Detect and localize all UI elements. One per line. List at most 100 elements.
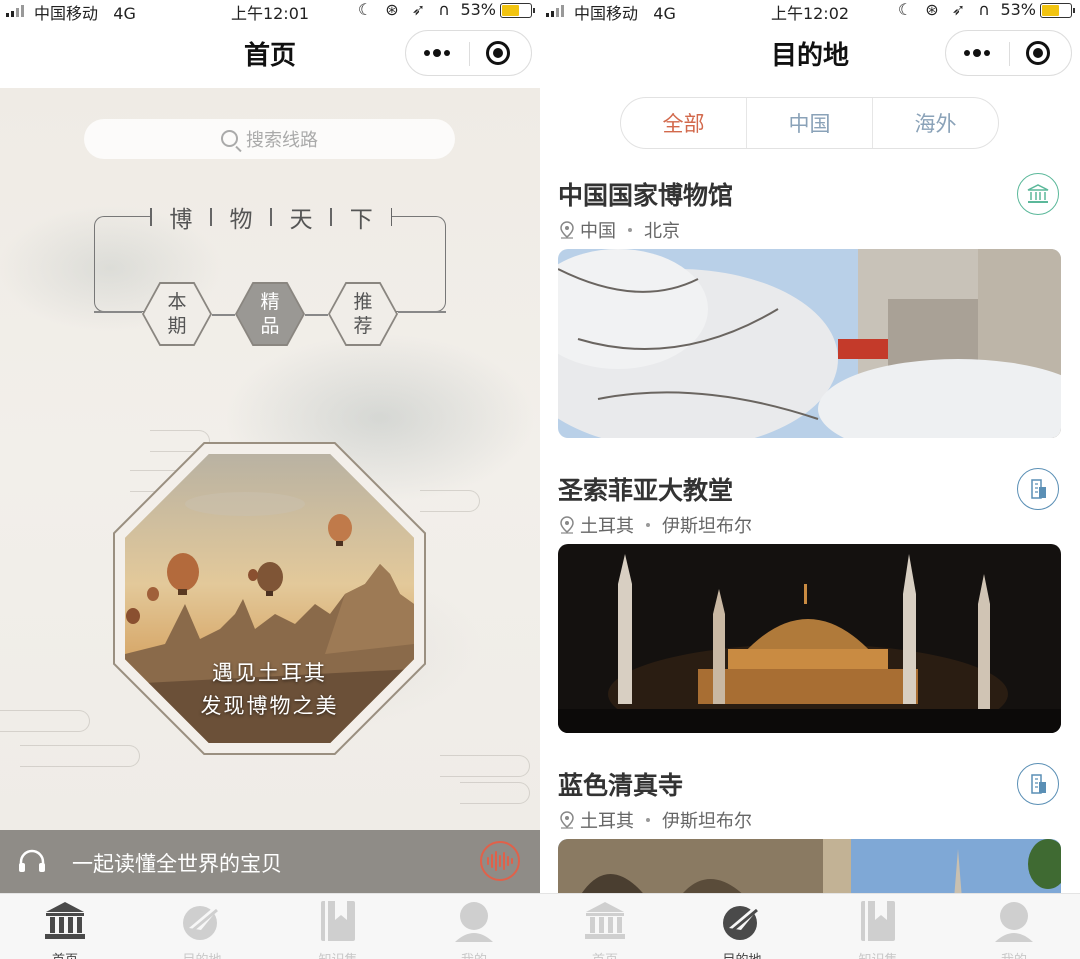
tab-destination[interactable]: 目的地 xyxy=(162,898,242,959)
museum-icon xyxy=(1017,173,1059,215)
status-bar: 中国移动 4G 上午12:01 ☾ ⊛ ➶ ∩ 53% xyxy=(0,0,540,23)
motto-char: 物 xyxy=(229,207,253,233)
status-time: 上午12:01 xyxy=(230,4,310,23)
audio-title: 一起读懂全世界的宝贝 xyxy=(72,852,282,876)
region-segmented-control: 全部 中国 海外 xyxy=(620,97,999,149)
tab-label: 首页 xyxy=(25,949,105,959)
cloud-decoration xyxy=(0,710,90,732)
tab-knowledge[interactable]: 知识集 xyxy=(838,898,918,959)
hex-label: 本 xyxy=(167,291,187,313)
tab-label: 我的 xyxy=(974,949,1054,959)
location-pin-icon xyxy=(560,811,574,829)
building-icon xyxy=(1017,763,1059,805)
tab-label: 知识集 xyxy=(298,949,378,959)
card-city: 伊斯坦布尔 xyxy=(662,811,752,832)
motto-char: 下 xyxy=(349,207,373,233)
tab-destination[interactable]: 目的地 xyxy=(702,898,782,959)
bookmark-book-icon xyxy=(861,901,895,941)
card-image-blue-mosque xyxy=(558,839,1061,899)
location-pin-icon xyxy=(560,516,574,534)
hex-label: 荐 xyxy=(353,315,373,337)
museum-icon xyxy=(45,902,85,939)
tab-bar: 首页 目的地 知识集 我的 xyxy=(540,893,1080,959)
tab-home[interactable]: 首页 xyxy=(565,898,645,959)
miniprogram-capsule xyxy=(945,30,1072,76)
hex-label: 期 xyxy=(167,315,187,337)
battery-percent: 53% xyxy=(460,0,496,19)
miniprogram-capsule xyxy=(405,30,532,76)
audio-wave-button[interactable] xyxy=(480,841,520,881)
card-title: 中国国家博物馆 xyxy=(558,181,734,210)
card-country: 土耳其 xyxy=(580,516,634,537)
hex-connector xyxy=(94,311,142,313)
cloud-decoration xyxy=(20,745,140,767)
battery-icon xyxy=(500,3,535,18)
cloud-decoration xyxy=(440,755,530,777)
cloud-decoration xyxy=(460,782,530,804)
user-icon xyxy=(455,902,493,942)
tab-mine[interactable]: 我的 xyxy=(974,898,1054,959)
motto-bracket-left xyxy=(94,216,150,312)
tab-label: 首页 xyxy=(565,949,645,959)
destination-screen: 中国移动 4G 上午12:02 ☾ ⊛ ➶ ∩ 53% 目的地 全部 中国 海外… xyxy=(540,0,1080,959)
segment-all[interactable]: 全部 xyxy=(621,98,747,148)
tab-label: 知识集 xyxy=(838,949,918,959)
tab-knowledge[interactable]: 知识集 xyxy=(298,898,378,959)
nav-bar: 首页 xyxy=(0,22,540,88)
tab-mine[interactable]: 我的 xyxy=(434,898,514,959)
bookmark-book-icon xyxy=(321,901,355,941)
more-menu-icon[interactable] xyxy=(964,31,994,75)
card-title: 圣索菲亚大教堂 xyxy=(558,476,734,505)
card-country: 土耳其 xyxy=(580,811,634,832)
capsule-divider xyxy=(1009,42,1010,66)
home-screen: 中国移动 4G 上午12:01 ☾ ⊛ ➶ ∩ 53% 首页 搜索线路 博 物 … xyxy=(0,0,540,959)
building-icon xyxy=(1017,468,1059,510)
motto-heading: 博 物 天 下 xyxy=(150,200,392,234)
card-image-museum xyxy=(558,249,1061,438)
museum-icon xyxy=(585,902,625,939)
user-icon xyxy=(995,902,1033,942)
search-input[interactable]: 搜索线路 xyxy=(84,119,455,159)
card-image-hagia-sophia xyxy=(558,544,1061,733)
headphones-icon xyxy=(19,849,45,872)
tab-label: 目的地 xyxy=(162,949,242,959)
status-icons: ☾ ⊛ ➶ ∩ xyxy=(897,0,994,19)
hex-label: 推 xyxy=(353,291,373,313)
tab-home[interactable]: 首页 xyxy=(25,898,105,959)
card-location: 土耳其 伊斯坦布尔 xyxy=(560,807,752,833)
hex-connector xyxy=(305,314,328,316)
close-miniprogram-icon[interactable] xyxy=(486,41,510,65)
card-location: 中国 北京 xyxy=(560,217,680,243)
tab-label: 目的地 xyxy=(702,949,782,959)
promo-line-1: 遇见土耳其 xyxy=(212,661,327,685)
audio-player-bar[interactable]: 一起读懂全世界的宝贝 xyxy=(0,830,540,893)
motto-char: 天 xyxy=(289,207,313,233)
battery-percent: 53% xyxy=(1000,0,1036,19)
segment-china[interactable]: 中国 xyxy=(747,98,873,148)
search-icon xyxy=(221,129,238,147)
featured-banner-turkey[interactable]: 遇见土耳其 发现博物之美 xyxy=(125,454,414,743)
battery-icon xyxy=(1040,3,1075,18)
capsule-divider xyxy=(469,42,470,66)
close-miniprogram-icon[interactable] xyxy=(1026,41,1050,65)
status-bar: 中国移动 4G 上午12:02 ☾ ⊛ ➶ ∩ 53% xyxy=(540,0,1080,23)
hex-label: 精 xyxy=(260,291,280,313)
hex-connector xyxy=(398,311,446,313)
motto-char: 博 xyxy=(169,207,193,233)
nav-bar: 目的地 xyxy=(540,22,1080,88)
globe-plane-icon xyxy=(183,906,219,940)
globe-plane-icon xyxy=(723,906,759,940)
card-title: 蓝色清真寺 xyxy=(558,771,684,800)
hex-connector xyxy=(212,314,235,316)
search-placeholder: 搜索线路 xyxy=(246,130,318,151)
cloud-decoration xyxy=(420,490,480,512)
status-time: 上午12:02 xyxy=(770,4,850,23)
hex-label: 品 xyxy=(260,315,280,337)
card-country: 中国 xyxy=(580,221,616,242)
segment-overseas[interactable]: 海外 xyxy=(873,98,998,148)
status-icons: ☾ ⊛ ➶ ∩ xyxy=(357,0,454,19)
card-location: 土耳其 伊斯坦布尔 xyxy=(560,512,752,538)
location-pin-icon xyxy=(560,221,574,239)
more-menu-icon[interactable] xyxy=(424,31,454,75)
card-city: 北京 xyxy=(644,221,680,242)
